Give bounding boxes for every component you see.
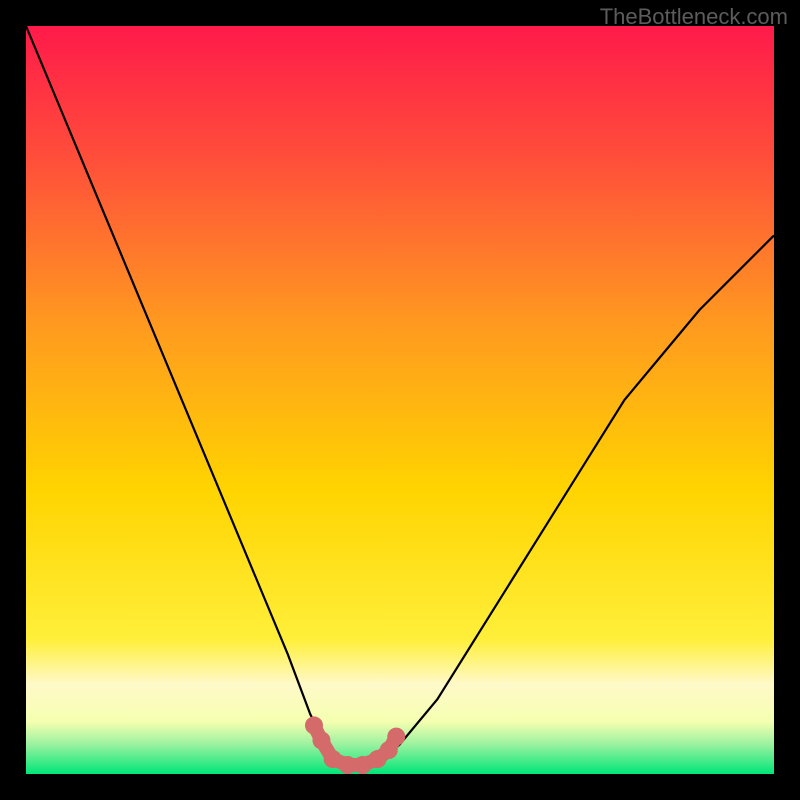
highlight-dot xyxy=(387,728,405,746)
highlight-dot xyxy=(312,731,330,749)
plot-area xyxy=(26,26,774,774)
chart-container: TheBottleneck.com xyxy=(0,0,800,800)
highlight-dots xyxy=(305,716,405,774)
watermark-text: TheBottleneck.com xyxy=(600,4,788,30)
curve-layer xyxy=(26,26,774,774)
bottleneck-curve xyxy=(26,26,774,767)
